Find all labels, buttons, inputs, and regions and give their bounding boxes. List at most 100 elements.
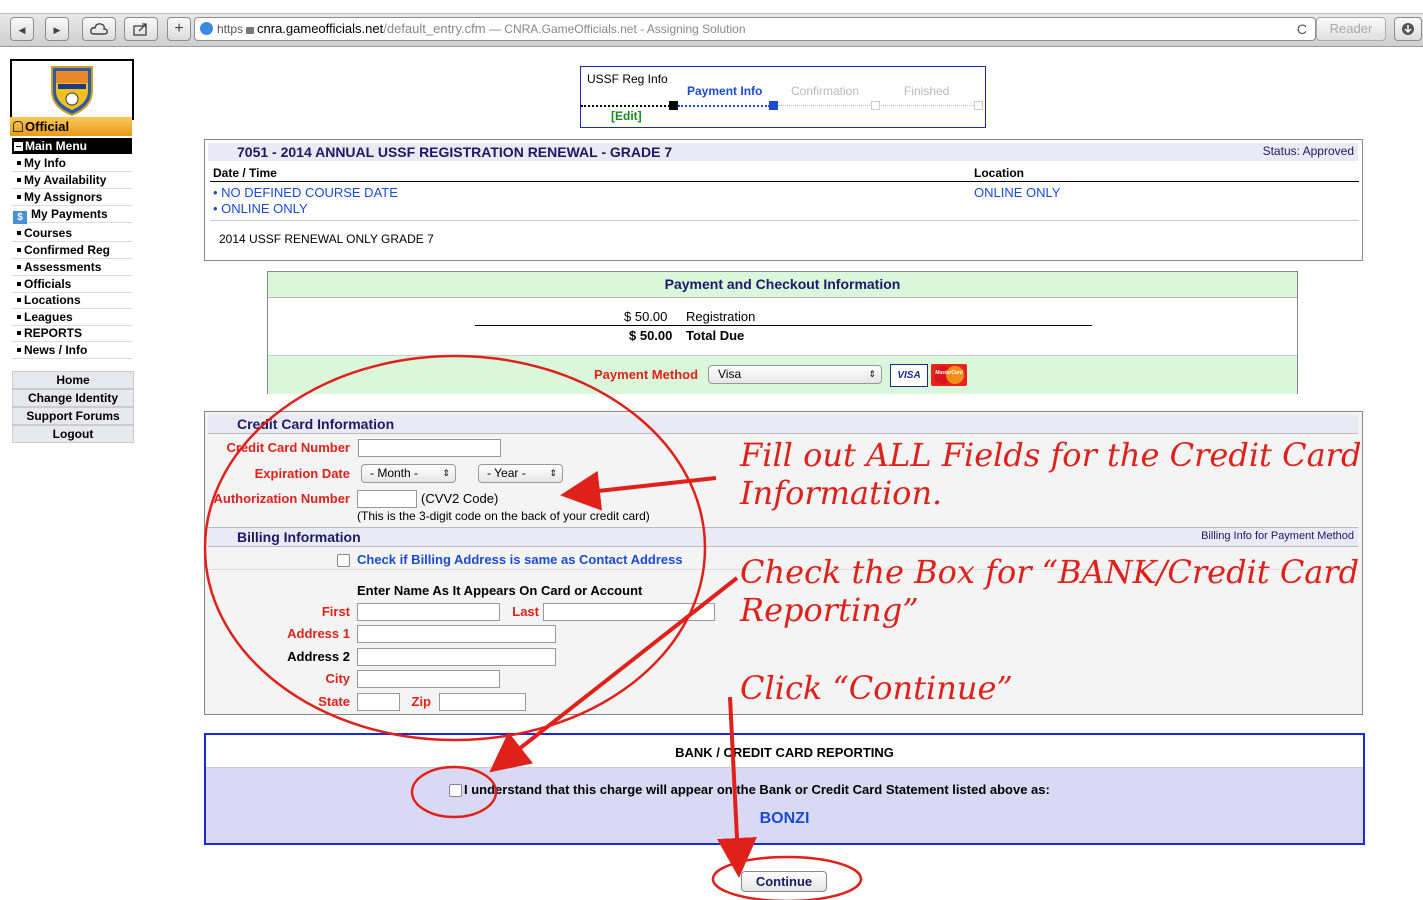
sidebar-item-my-assignors[interactable]: My Assignors <box>12 189 132 206</box>
state-label: State <box>318 694 350 709</box>
edit-reg-info-link[interactable]: [Edit] <box>611 109 642 123</box>
continue-button[interactable]: Continue <box>741 871 827 892</box>
address2-label: Address 2 <box>287 649 350 664</box>
change-identity-link[interactable]: Change Identity <box>12 389 134 407</box>
cc-cvv-input[interactable] <box>357 490 417 508</box>
address2-input[interactable] <box>357 648 556 666</box>
same-address-label[interactable]: Check if Billing Address is same as Cont… <box>357 552 683 567</box>
address1-label: Address 1 <box>287 626 350 641</box>
sidebar-item-my-payments[interactable]: $ My Payments <box>12 206 132 224</box>
cc-exp-year-select[interactable]: - Year - ⇕ <box>478 464 563 483</box>
same-address-checkbox[interactable] <box>337 554 350 567</box>
step-reg-info: USSF Reg Info <box>587 72 668 86</box>
bank-header: BANK / CREDIT CARD REPORTING <box>675 745 894 760</box>
address-bar[interactable]: https cnra.gameofficials.net/default_entr… <box>194 17 1316 41</box>
visa-logo: VISA <box>890 364 928 387</box>
cc-expiration-label: Expiration Date <box>254 466 350 481</box>
step-confirmation: Confirmation <box>791 84 860 98</box>
reader-button[interactable]: Reader <box>1316 17 1386 41</box>
city-label: City <box>325 671 350 686</box>
sidebar-item-reports[interactable]: REPORTS <box>12 325 132 342</box>
globe-icon <box>200 22 213 35</box>
mastercard-logo: MasterCard <box>931 364 967 386</box>
last-name-input[interactable] <box>543 603 715 621</box>
main-menu-label: Main Menu <box>25 139 87 153</box>
icloud-tabs-button[interactable] <box>82 17 116 41</box>
cc-number-input[interactable] <box>358 439 501 457</box>
billing-note: Billing Info for Payment Method <box>1201 530 1354 542</box>
role-bar: Official <box>10 117 132 136</box>
main-menu-header[interactable]: Main Menu <box>12 138 132 154</box>
progress-marker-1 <box>669 101 678 110</box>
progress-marker-4 <box>974 101 983 110</box>
progress-marker-3 <box>871 101 880 110</box>
billing-title-bar <box>208 527 1358 547</box>
total-divider <box>475 325 1092 326</box>
cvv-label: (CVV2 Code) <box>421 491 499 506</box>
select-arrows-icon: ⇕ <box>549 468 557 478</box>
logout-link[interactable]: Logout <box>12 425 134 443</box>
download-icon <box>1402 23 1414 35</box>
first-name-input[interactable] <box>357 603 500 621</box>
shield-logo-icon <box>51 66 93 117</box>
site-logo[interactable] <box>10 59 134 120</box>
header-divider <box>210 181 1359 182</box>
annotation-check-box: Check the Box for “BANK/Credit Card Repo… <box>740 553 1360 629</box>
support-forums-link[interactable]: Support Forums <box>12 407 134 425</box>
select-arrows-icon: ⇕ <box>442 468 450 478</box>
back-button[interactable]: ◀ <box>10 17 34 41</box>
share-button[interactable] <box>124 17 158 41</box>
url-path: /default_entry.cfm <box>383 21 486 36</box>
sidebar-item-my-availability[interactable]: My Availability <box>12 172 132 189</box>
bank-reporting-checkbox[interactable] <box>449 784 462 797</box>
col-datetime-header: Date / Time <box>213 166 277 180</box>
sidebar-item-leagues[interactable]: Leagues <box>12 309 132 326</box>
city-input[interactable] <box>357 670 500 688</box>
cvv-help: (This is the 3-digit code on the back of… <box>357 509 650 523</box>
first-name-label: First <box>321 604 350 619</box>
annotation-click-continue: Click “Continue” <box>740 669 1013 707</box>
zip-label: Zip <box>411 694 432 709</box>
course-status: Status: Approved <box>1262 144 1354 158</box>
sidebar-item-locations[interactable]: Locations <box>12 292 132 309</box>
course-panel: 7051 - 2014 ANNUAL USSF REGISTRATION REN… <box>204 139 1363 261</box>
sidebar-item-confirmed-reg[interactable]: Confirmed Reg <box>12 242 132 259</box>
payment-method-select[interactable]: Visa ⇕ <box>708 365 882 384</box>
progress-line-1 <box>581 105 673 107</box>
role-label: Official <box>25 119 70 134</box>
sidebar-item-my-info[interactable]: My Info <box>12 155 132 172</box>
home-link[interactable]: Home <box>12 371 134 389</box>
sidebar-item-officials[interactable]: Officials <box>12 276 132 293</box>
course-date-line-1: • NO DEFINED COURSE DATE <box>213 185 398 200</box>
person-icon <box>13 121 23 132</box>
progress-marker-2 <box>769 101 778 110</box>
step-finished: Finished <box>904 84 950 98</box>
annotation-fill-fields: Fill out ALL Fields for the Credit Card … <box>740 436 1362 512</box>
add-tab-button[interactable]: + <box>167 17 191 41</box>
forward-button[interactable]: ▶ <box>45 17 69 41</box>
registration-label: Registration <box>686 309 756 324</box>
course-date-line-2: • ONLINE ONLY <box>213 201 308 216</box>
billing-section-title: Billing Information <box>237 529 361 545</box>
sidebar-item-assessments[interactable]: Assessments <box>12 259 132 276</box>
payment-summary-panel: Payment and Checkout Information $ 50.00… <box>267 271 1298 394</box>
course-description: 2014 USSF RENEWAL ONLY GRADE 7 <box>219 232 434 246</box>
bank-statement-label[interactable]: I understand that this charge will appea… <box>464 782 1050 797</box>
sidebar-item-courses[interactable]: Courses <box>12 225 132 242</box>
registration-amount: $ 50.00 <box>624 309 668 324</box>
cc-number-label: Credit Card Number <box>226 440 350 455</box>
downloads-button[interactable] <box>1394 17 1422 41</box>
select-arrows-icon: ⇕ <box>868 369 876 379</box>
zip-input[interactable] <box>439 693 526 711</box>
bank-reporting-panel: BANK / CREDIT CARD REPORTING I understan… <box>204 733 1365 845</box>
bank-statement-name: BONZI <box>759 810 810 827</box>
reload-icon[interactable]: C <box>1297 18 1307 40</box>
cc-exp-month-select[interactable]: - Month - ⇕ <box>361 464 456 483</box>
share-icon <box>133 23 147 36</box>
sidebar-item-news-info[interactable]: News / Info <box>12 342 132 359</box>
state-input[interactable] <box>357 693 400 711</box>
lock-icon <box>246 27 255 34</box>
last-name-label: Last <box>512 604 539 619</box>
total-label: Total Due <box>686 328 745 343</box>
address1-input[interactable] <box>357 625 556 643</box>
